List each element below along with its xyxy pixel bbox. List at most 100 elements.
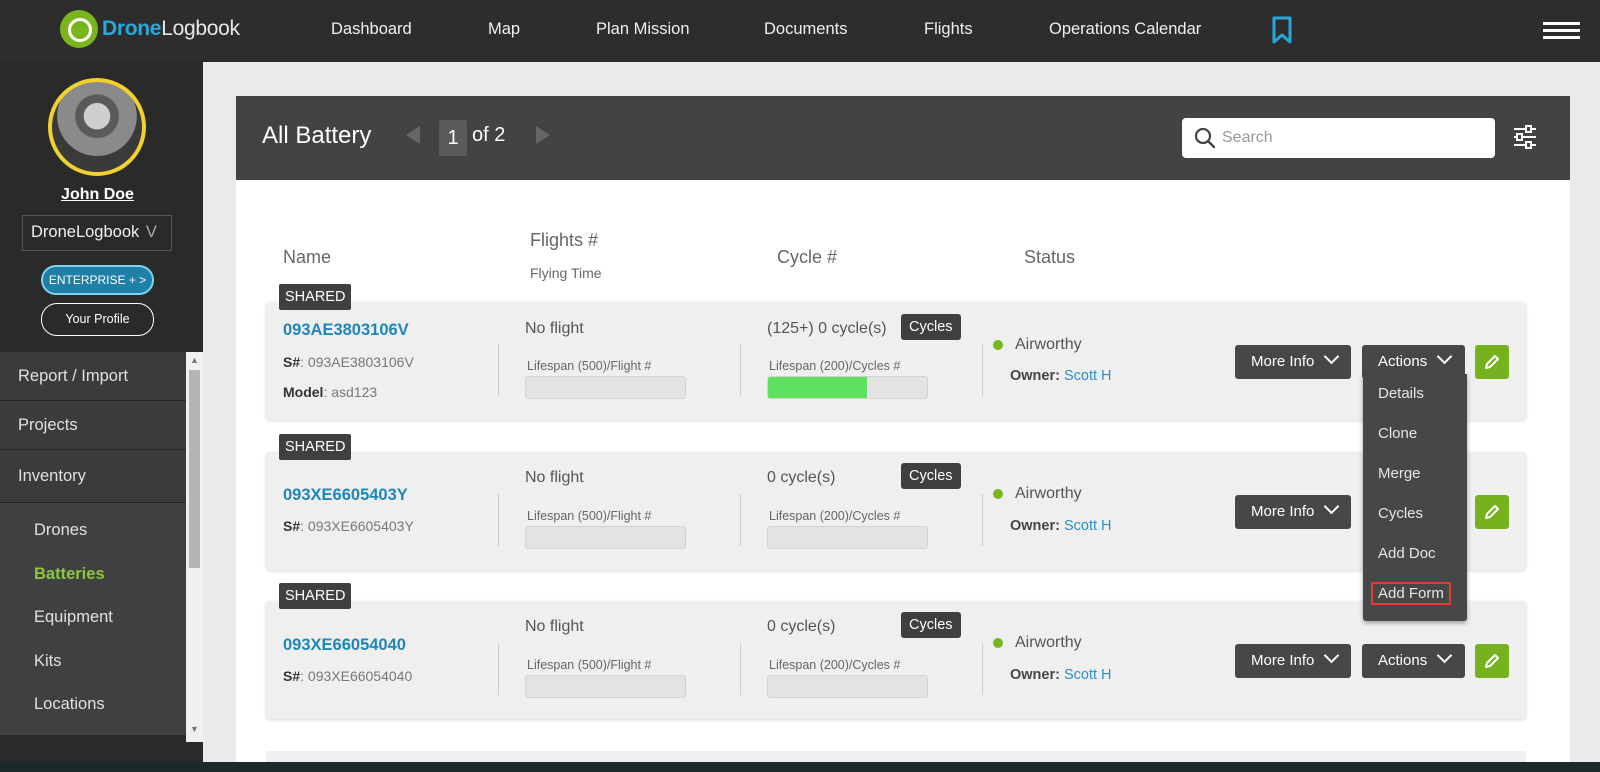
cycle-lifespan-bar <box>767 376 928 399</box>
column-header-flying-time[interactable]: Flying Time <box>530 265 602 281</box>
cycles-button[interactable]: Cycles <box>901 463 961 489</box>
sidebar-item-locations[interactable]: Locations <box>0 683 186 727</box>
hamburger-menu-icon[interactable] <box>1543 22 1580 40</box>
status-badge: Airworthy <box>1015 336 1082 353</box>
top-navbar: DroneLogbook Dashboard Map Plan Mission … <box>0 0 1600 62</box>
cycle-lifespan-label: Lifespan (200)/Cycles # <box>769 359 901 373</box>
cycle-lifespan-bar-fill <box>768 377 867 398</box>
scroll-up-arrow-icon[interactable]: ▲ <box>190 355 199 365</box>
filter-sliders-icon[interactable] <box>1512 124 1538 150</box>
sidebar: John Doe DroneLogbook V ENTERPRISE + > Y… <box>0 62 203 762</box>
status-dot-icon <box>993 638 1003 648</box>
os-taskbar <box>0 762 1600 772</box>
cycle-count: (125+) 0 cycle(s) <box>767 320 887 337</box>
more-info-button[interactable]: More Info <box>1235 495 1351 529</box>
pencil-icon <box>1485 654 1499 668</box>
column-header-cycle[interactable]: Cycle # <box>777 247 837 268</box>
status-dot-icon <box>993 340 1003 350</box>
avatar[interactable] <box>48 78 146 176</box>
status-badge: Airworthy <box>1015 634 1082 651</box>
chevron-down-icon <box>1436 348 1453 365</box>
search-icon <box>1194 127 1216 149</box>
current-page-number[interactable]: 1 <box>439 120 467 156</box>
menu-item-clone[interactable]: Clone <box>1378 425 1417 442</box>
organization-select[interactable]: DroneLogbook V <box>22 215 172 251</box>
more-info-button[interactable]: More Info <box>1235 345 1351 379</box>
battery-model: Model: asd123 <box>283 384 378 400</box>
battery-serial-link[interactable]: 093AE3803106V <box>283 321 409 340</box>
menu-item-cycles[interactable]: Cycles <box>1378 505 1423 522</box>
brand-logo[interactable]: DroneLogbook <box>60 10 240 48</box>
cycles-button[interactable]: Cycles <box>901 314 961 340</box>
scrollbar-thumb[interactable] <box>189 370 200 568</box>
menu-item-merge[interactable]: Merge <box>1378 465 1421 482</box>
flight-lifespan-label: Lifespan (500)/Flight # <box>527 658 652 672</box>
pencil-icon <box>1485 355 1499 369</box>
sidebar-item-equipment[interactable]: Equipment <box>0 596 186 640</box>
search-box <box>1182 118 1495 158</box>
edit-button[interactable] <box>1475 644 1509 678</box>
menu-item-add-doc[interactable]: Add Doc <box>1378 545 1436 562</box>
battery-serial-number: S#: 093AE3803106V <box>283 354 414 370</box>
sidebar-item-drones[interactable]: Drones <box>0 509 186 553</box>
actions-dropdown-menu: Details Clone Merge Cycles Add Doc Add F… <box>1363 374 1467 621</box>
chevron-down-icon <box>1324 647 1340 664</box>
bookmark-icon[interactable] <box>1272 16 1292 44</box>
chevron-down-icon <box>1324 498 1340 515</box>
nav-operations-calendar[interactable]: Operations Calendar <box>1049 20 1201 39</box>
nav-dashboard[interactable]: Dashboard <box>331 20 412 39</box>
actions-button[interactable]: Actions <box>1362 644 1465 678</box>
edit-button[interactable] <box>1475 345 1509 379</box>
flight-count: No flight <box>525 320 584 337</box>
column-divider <box>498 643 499 695</box>
nav-flights[interactable]: Flights <box>924 20 973 39</box>
next-page-arrow-icon[interactable] <box>536 126 550 144</box>
search-input[interactable] <box>1222 118 1482 158</box>
owner-link[interactable]: Scott H <box>1064 368 1112 384</box>
column-divider <box>740 344 741 396</box>
user-name-link[interactable]: John Doe <box>0 186 195 204</box>
chevron-down-icon <box>1324 348 1340 365</box>
flight-lifespan-bar <box>525 675 686 698</box>
column-header-name[interactable]: Name <box>283 247 331 268</box>
cycle-lifespan-bar <box>767 526 928 549</box>
battery-row[interactable]: 093AE3803106V S#: 093AE3803106V Model: a… <box>266 302 1526 420</box>
owner-link[interactable]: Scott H <box>1064 518 1112 534</box>
sidebar-item-inventory[interactable]: Inventory <box>0 450 186 503</box>
cycle-lifespan-label: Lifespan (200)/Cycles # <box>769 658 901 672</box>
status-dot-icon <box>993 489 1003 499</box>
enterprise-button[interactable]: ENTERPRISE + > <box>41 265 154 295</box>
owner-link[interactable]: Scott H <box>1064 667 1112 683</box>
sidebar-item-kits[interactable]: Kits <box>0 640 186 684</box>
more-info-button[interactable]: More Info <box>1235 644 1351 678</box>
sidebar-item-report-import[interactable]: Report / Import <box>0 352 186 401</box>
column-header-status[interactable]: Status <box>1024 247 1075 268</box>
organization-select-value: DroneLogbook <box>31 223 140 241</box>
menu-item-details[interactable]: Details <box>1378 385 1424 402</box>
battery-row[interactable]: 093XE66054040 S#: 093XE66054040 No fligh… <box>266 601 1526 719</box>
battery-serial-link[interactable]: 093XE6605403Y <box>283 486 408 505</box>
column-divider <box>982 344 983 396</box>
sidebar-menu: Report / Import Projects Inventory Drone… <box>0 352 186 735</box>
cycle-lifespan-label: Lifespan (200)/Cycles # <box>769 509 901 523</box>
nav-documents[interactable]: Documents <box>764 20 847 39</box>
sidebar-scrollbar[interactable]: ▲ ▼ <box>186 352 203 742</box>
scroll-down-arrow-icon[interactable]: ▼ <box>190 724 199 734</box>
column-divider <box>740 643 741 695</box>
previous-page-arrow-icon[interactable] <box>406 126 420 144</box>
battery-serial-link[interactable]: 093XE66054040 <box>283 636 406 655</box>
your-profile-button[interactable]: Your Profile <box>41 303 154 336</box>
battery-owner: Owner: Scott H <box>1010 518 1112 534</box>
page-title: All Battery <box>262 122 372 149</box>
column-header-flights[interactable]: Flights # <box>530 230 598 251</box>
chevron-down-icon: V <box>145 223 157 241</box>
status-badge: Airworthy <box>1015 485 1082 502</box>
menu-item-add-form[interactable]: Add Form <box>1371 582 1451 605</box>
sidebar-item-projects[interactable]: Projects <box>0 401 186 450</box>
edit-button[interactable] <box>1475 495 1509 529</box>
sidebar-item-batteries[interactable]: Batteries <box>0 553 186 597</box>
battery-row[interactable]: 093XE6605403Y S#: 093XE6605403Y No fligh… <box>266 452 1526 570</box>
cycles-button[interactable]: Cycles <box>901 612 961 638</box>
nav-plan-mission[interactable]: Plan Mission <box>596 20 690 39</box>
nav-map[interactable]: Map <box>488 20 520 39</box>
